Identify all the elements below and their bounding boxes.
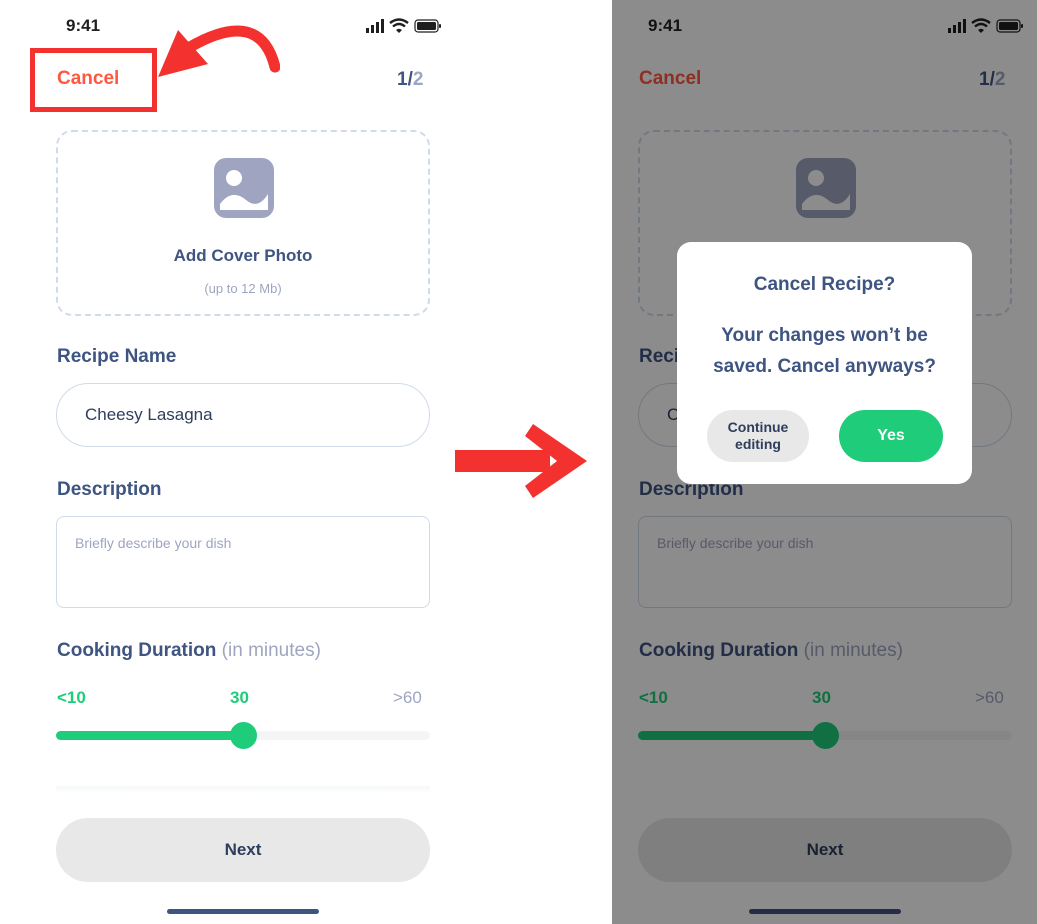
right-arrow-icon xyxy=(455,424,587,498)
slider-min-label: <10 xyxy=(57,688,86,707)
signal-icon xyxy=(366,19,384,33)
dialog-message: Your changes won’t be saved. Cancel anyw… xyxy=(713,325,936,377)
dialog-title: Cancel Recipe? xyxy=(753,274,896,295)
duration-slider-fill xyxy=(56,731,243,740)
divider xyxy=(56,786,430,794)
slider-max-label: >60 xyxy=(393,688,422,707)
status-time: 9:41 xyxy=(66,16,101,35)
recipe-name-input[interactable]: Cheesy Lasagna xyxy=(56,383,430,447)
description-input[interactable]: Briefly describe your dish xyxy=(56,516,430,608)
edit-recipe-screen: 9:41 Cancel 1/2 Add Cover Photo (up to 1… xyxy=(0,0,474,924)
duration-slider-thumb[interactable] xyxy=(230,722,257,749)
cover-title: Add Cover Photo xyxy=(173,246,313,265)
step-indicator: 1/2 xyxy=(397,69,423,91)
cooking-duration-label: Cooking Duration (in minutes) xyxy=(57,640,321,662)
step-current: 1/ xyxy=(397,69,413,90)
continue-editing-button[interactable]: Continue editing xyxy=(707,410,809,462)
wifi-icon xyxy=(389,18,409,33)
recipe-name-label: Recipe Name xyxy=(57,346,177,367)
description-label: Description xyxy=(57,479,162,500)
annotation-highlight-box xyxy=(30,48,157,112)
home-indicator xyxy=(167,909,319,914)
add-cover-photo[interactable]: Add Cover Photo (up to 12 Mb) xyxy=(56,130,430,316)
duration-unit: (in minutes) xyxy=(221,640,321,661)
curved-arrow-icon xyxy=(158,25,280,77)
slider-value-label: 30 xyxy=(230,688,249,707)
next-button[interactable]: Next xyxy=(56,818,430,882)
status-icons xyxy=(366,18,441,33)
cancel-recipe-dialog: Cancel Recipe? Your changes won’t be sav… xyxy=(677,242,972,484)
cover-hint: (up to 12 Mb) xyxy=(204,281,282,296)
yes-button[interactable]: Yes xyxy=(839,410,943,462)
image-icon xyxy=(214,158,274,218)
battery-icon xyxy=(414,19,441,33)
right-screen-content: 9:41 Cancel 1/2 Reci C Description Brief… xyxy=(612,0,1037,924)
duration-label-text: Cooking Duration xyxy=(57,640,217,661)
step-total: 2 xyxy=(412,69,424,90)
